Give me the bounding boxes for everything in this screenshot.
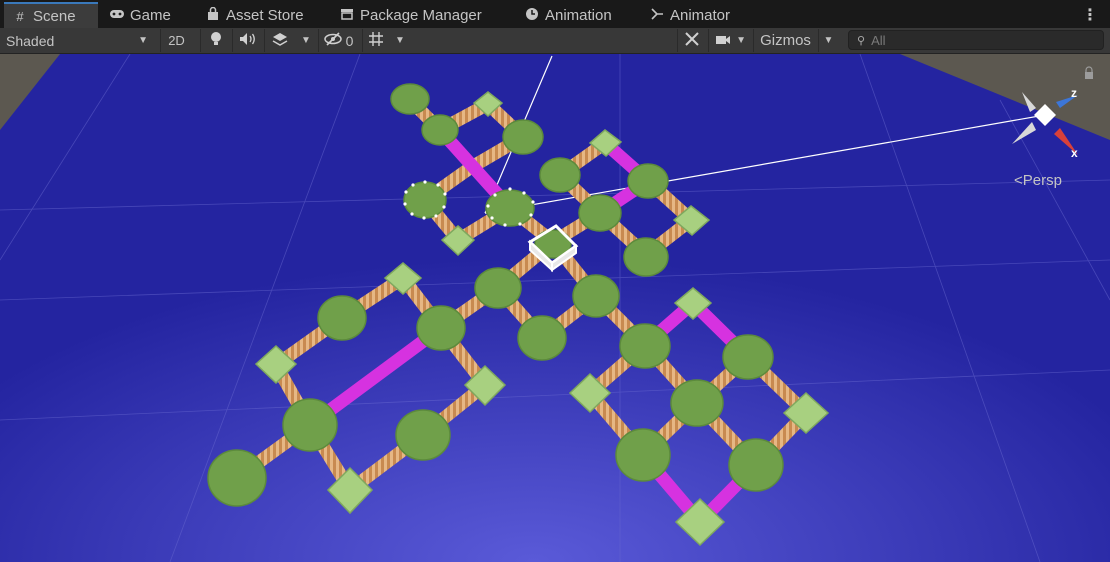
tab-scene[interactable]: # Scene (4, 2, 98, 28)
projection-toggle[interactable]: <Persp (1014, 172, 1062, 189)
z-axis-label: z (1071, 86, 1077, 100)
search-placeholder: All (871, 32, 886, 48)
scene-audio-button[interactable] (232, 29, 262, 52)
tab-animation[interactable]: Animation (516, 3, 636, 28)
gamepad-icon (109, 8, 125, 23)
2d-label: 2D (168, 33, 185, 48)
grid-snap-icon (368, 31, 384, 50)
draw-mode-dropdown[interactable]: Shaded ▼ (0, 29, 156, 52)
eye-slash-icon (323, 32, 342, 49)
tab-label: Scene (33, 7, 76, 25)
tools-icon (684, 31, 700, 50)
scene-viewport[interactable]: z x <Persp (0, 54, 1110, 562)
ground-plane[interactable] (0, 54, 1110, 562)
grid-icon: # (16, 8, 24, 24)
tab-label: Game (130, 7, 171, 24)
speaker-icon (239, 32, 257, 49)
projection-label: Persp (1023, 172, 1062, 189)
gizmos-dropdown[interactable]: ▼ (818, 29, 838, 52)
chevron-down-icon: ▼ (736, 35, 746, 46)
clock-icon (524, 7, 540, 24)
gizmos-label: Gizmos (760, 32, 811, 49)
scene-toolbar: Shaded ▼ 2D ▼ 0 ▼ ▼ Gizmos ▼ ⚲ All (0, 28, 1110, 54)
camera-settings-dropdown[interactable]: ▼ (708, 29, 752, 52)
tab-label: Animator (670, 7, 731, 24)
tab-label: Asset Store (226, 7, 304, 24)
search-icon: ⚲ (857, 34, 866, 47)
x-axis-label: x (1071, 146, 1078, 160)
more-options-icon[interactable]: ⋮ (1082, 5, 1098, 25)
chevron-down-icon: ▼ (395, 35, 405, 46)
effects-button[interactable] (264, 29, 294, 52)
light-bulb-icon (209, 31, 223, 50)
tab-asset-store[interactable]: Asset Store (197, 3, 327, 28)
effects-dropdown[interactable]: ▼ (296, 29, 316, 52)
package-icon (339, 8, 355, 23)
tab-game[interactable]: Game (101, 3, 191, 28)
chevron-down-icon: ▼ (138, 35, 148, 46)
tools-button[interactable] (677, 29, 705, 52)
tab-label: Animation (545, 7, 612, 24)
scene-search-input[interactable]: ⚲ All (848, 30, 1104, 50)
animator-icon (649, 7, 665, 24)
tab-package-manager[interactable]: Package Manager (331, 3, 511, 28)
scene-lighting-button[interactable] (200, 29, 230, 52)
tab-label: Package Manager (360, 7, 482, 24)
camera-icon (715, 33, 731, 49)
shopping-bag-icon (205, 6, 221, 24)
grid-toggle-button[interactable] (362, 29, 388, 52)
draw-mode-label: Shaded (6, 32, 55, 49)
hidden-count: 0 (345, 32, 354, 49)
hidden-objects-toggle[interactable]: 0 (318, 29, 358, 52)
lock-icon[interactable] (1085, 72, 1093, 79)
chevron-down-icon: ▼ (301, 35, 311, 46)
chevron-down-icon: ▼ (823, 35, 834, 46)
grid-dropdown[interactable]: ▼ (390, 29, 410, 52)
2d-toggle-button[interactable]: 2D (160, 29, 192, 52)
tab-bar: # Scene Game Asset Store Package Manager… (0, 0, 1110, 29)
tab-animator[interactable]: Animator (641, 3, 751, 28)
layers-icon (272, 32, 288, 49)
gizmos-button[interactable]: Gizmos (753, 29, 817, 52)
